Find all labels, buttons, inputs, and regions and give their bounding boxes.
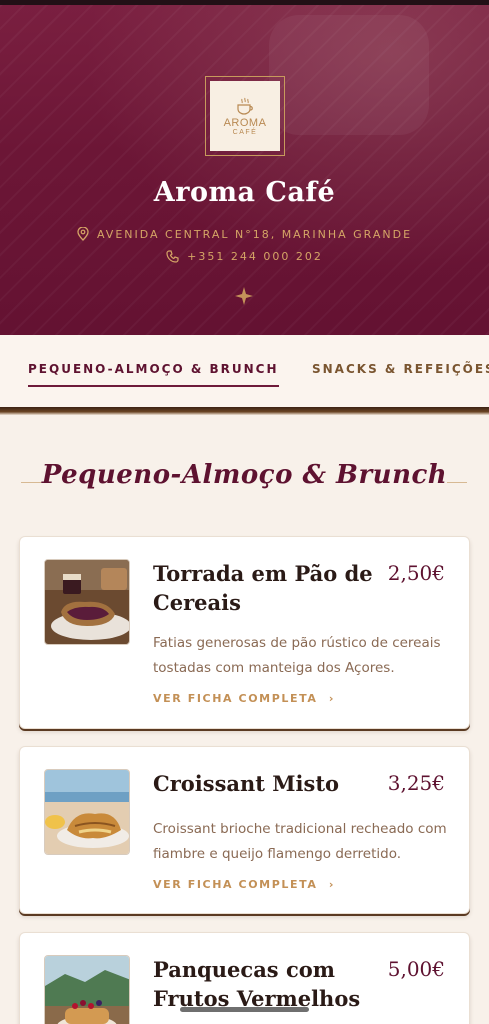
cafe-name: Aroma Café: [153, 177, 336, 208]
menu-item-card[interactable]: Croissant Misto 3,25€ Croissant brioche …: [19, 746, 470, 914]
tab-pequeno-almoco[interactable]: PEQUENO-ALMOÇO & BRUNCH: [28, 362, 279, 376]
sparkle-icon: [235, 287, 253, 305]
item-photo-panquecas: [44, 955, 130, 1024]
chevron-right-icon: ›: [328, 692, 336, 705]
item-name: Croissant Misto: [153, 771, 340, 796]
item-description: Croissant brioche tradicional recheado c…: [153, 821, 447, 862]
item-name: Torrada em Pão de Cereais: [153, 561, 373, 615]
item-photo-torrada: [44, 559, 130, 645]
view-details-link[interactable]: VER FICHA COMPLETA ›: [153, 878, 335, 891]
active-tab-indicator: [28, 385, 279, 387]
section-rule-right: [447, 482, 467, 483]
hero-background-image: [269, 15, 429, 135]
section-title: Pequeno-Almoço & Brunch: [41, 460, 448, 490]
cafe-logo: AROMA CAFÉ: [205, 76, 285, 156]
map-pin-icon: [77, 227, 89, 241]
item-name: Panquecas com Frutos Vermelhos: [153, 957, 361, 1011]
hero-header: AROMA CAFÉ Aroma Café AVENIDA CENTRAL N°…: [0, 5, 489, 335]
home-indicator[interactable]: [180, 1007, 309, 1012]
phone-line[interactable]: +351 244 000 202: [0, 250, 489, 263]
view-details-link[interactable]: VER FICHA COMPLETA ›: [153, 692, 335, 705]
coffee-cup-icon: [237, 97, 253, 115]
phone-icon: [166, 250, 179, 263]
address-line[interactable]: AVENIDA CENTRAL N°18, MARINHA GRANDE: [0, 227, 489, 241]
item-price: 2,50€: [387, 561, 445, 585]
item-description: Fatias generosas de pão rústico de cerea…: [153, 635, 441, 676]
phone-text: +351 244 000 202: [187, 250, 323, 263]
category-tabs: PEQUENO-ALMOÇO & BRUNCH SNACKS & REFEIÇÕ…: [0, 335, 489, 409]
view-details-label: VER FICHA COMPLETA: [153, 692, 318, 705]
tab-snacks-refeicoes[interactable]: SNACKS & REFEIÇÕES: [312, 362, 489, 376]
tabs-divider: [0, 407, 489, 415]
item-photo-croissant: [44, 769, 130, 855]
item-price: 5,00€: [387, 957, 445, 981]
item-price: 3,25€: [387, 771, 445, 795]
logo-subword: CAFÉ: [232, 128, 258, 136]
menu-item-card[interactable]: Torrada em Pão de Cereais 2,50€ Fatias g…: [19, 536, 470, 729]
address-text: AVENIDA CENTRAL N°18, MARINHA GRANDE: [96, 227, 413, 241]
logo-word: AROMA: [223, 116, 267, 129]
chevron-right-icon: ›: [328, 878, 336, 891]
view-details-label: VER FICHA COMPLETA: [153, 878, 318, 891]
